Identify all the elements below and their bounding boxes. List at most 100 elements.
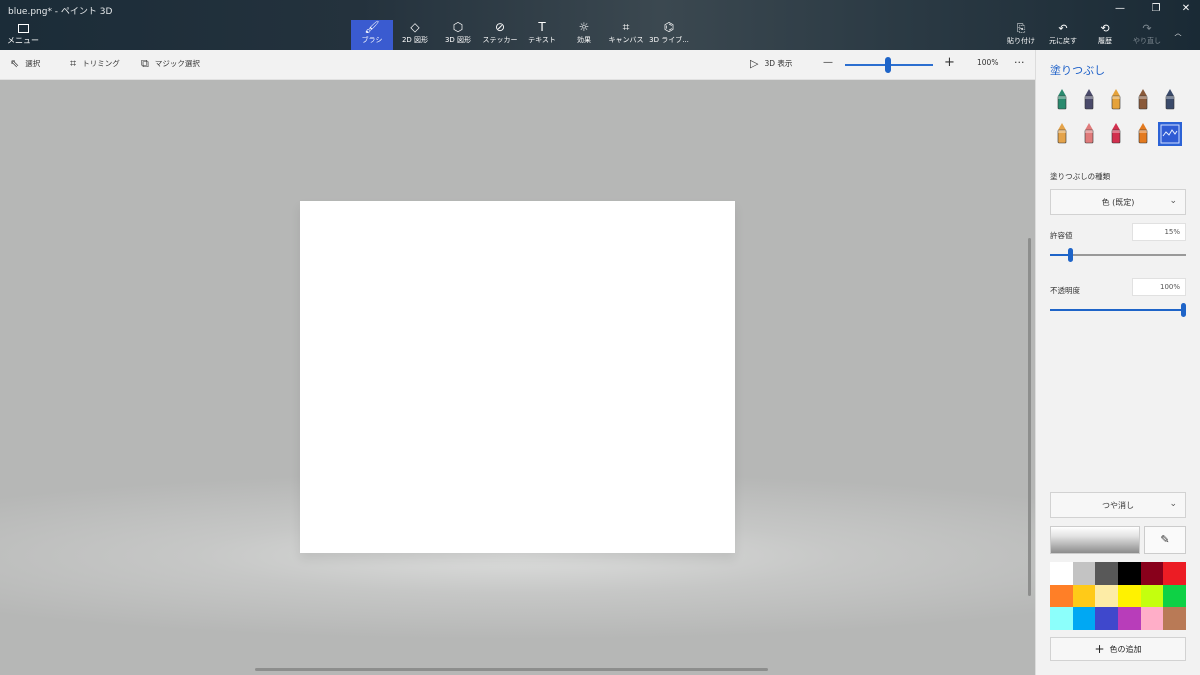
undo-button[interactable]: ↶ 元に戻す [1043,22,1083,50]
finish-dropdown[interactable]: つや消し ⌄ [1050,492,1186,518]
tool-canvas[interactable]: ⌗ キャンバス [605,20,647,50]
finish-value: つや消し [1102,500,1134,510]
tool-stickers[interactable]: ⊘ ステッカー [479,20,521,50]
menu-label: メニュー [7,36,39,45]
tolerance-slider-thumb[interactable] [1068,248,1074,262]
select-button[interactable]: ⇖ 選択 [10,58,40,69]
sticker-icon: ⊘ [494,20,506,34]
brush-crayon-icon[interactable] [1104,122,1128,146]
color-swatch[interactable] [1050,562,1073,585]
vertical-scrollbar[interactable] [1028,238,1031,596]
current-color-swatch[interactable] [1050,526,1140,554]
3d-library-icon: ⌬ [663,20,675,34]
3d-shapes-icon: ⬡ [452,20,464,34]
opacity-input[interactable]: 100% [1132,278,1186,296]
brush-oil-brush-icon[interactable] [1104,88,1128,112]
color-swatch[interactable] [1140,584,1164,608]
tool-text[interactable]: T テキスト [521,20,563,50]
magic-select-label: マジック選択 [154,59,200,68]
color-swatch[interactable] [1140,562,1164,585]
color-swatch[interactable] [1163,607,1186,630]
view-3d-icon: ▷ [750,56,759,70]
magic-select-button[interactable]: ⧉ マジック選択 [141,58,200,69]
brush-pixel-pen-icon[interactable] [1158,88,1182,112]
chevron-down-icon: ⌄ [1169,196,1177,206]
redo-label: やり直し [1133,37,1161,45]
zoom-slider-thumb[interactable] [884,57,891,73]
select-cursor-icon: ⇖ [10,56,20,70]
redo-button[interactable]: ↷ やり直し [1127,22,1167,50]
zoom-out-button[interactable]: — [823,57,833,68]
color-swatch[interactable] [1163,562,1186,585]
opacity-slider[interactable] [1050,309,1186,311]
horizontal-scrollbar[interactable] [255,668,768,671]
brush-pencil-icon[interactable] [1050,122,1074,146]
tool-brush[interactable]: 🖌 ブラシ [351,20,393,50]
tool-3d-shapes[interactable]: ⬡ 3D 図形 [437,20,479,50]
color-swatch[interactable] [1117,584,1141,608]
menu-button[interactable]: メニュー [6,20,40,48]
add-color-button[interactable]: + 色の追加 [1050,637,1186,661]
fill-type-dropdown[interactable]: 色 (既定) ⌄ [1050,189,1186,215]
brush-marker-icon[interactable] [1050,88,1074,112]
color-swatch[interactable] [1117,562,1141,585]
select-label: 選択 [25,59,41,68]
tool-label: ステッカー [482,36,518,44]
brush-calligraphy-pen-icon[interactable] [1077,88,1101,112]
tool-label: キャンバス [608,36,644,44]
color-swatch[interactable] [1163,584,1186,608]
color-swatch[interactable] [1117,607,1141,630]
undo-icon: ↶ [1058,22,1068,35]
tool-2d-shapes[interactable]: ◇ 2D 図形 [394,20,436,50]
tool-label: 3D 図形 [444,36,472,44]
opacity-slider-thumb[interactable] [1181,303,1186,317]
crop-label: トリミング [82,59,120,68]
drawing-canvas[interactable] [300,201,735,553]
fill-type-value: 色 (既定) [1101,197,1135,207]
color-palette [1050,562,1186,630]
color-swatch[interactable] [1072,584,1096,608]
history-button[interactable]: ⟲ 履歴 [1085,22,1125,50]
brush-eraser-icon[interactable] [1077,122,1101,146]
color-swatch[interactable] [1095,584,1118,608]
brush-fill-icon[interactable] [1158,122,1182,146]
crop-icon: ⌗ [70,56,77,70]
close-button[interactable]: ✕ [1171,3,1200,14]
minimize-button[interactable]: — [1105,3,1135,14]
more-options-button[interactable]: ··· [1014,56,1025,69]
history-icon: ⟲ [1100,22,1110,35]
2d-shapes-icon: ◇ [410,20,420,34]
color-swatch[interactable] [1050,607,1073,630]
ribbon-bar: blue.png* - ペイント 3D — ❐ ✕ メニュー 🖌 ブラシ ◇ 2… [0,0,1200,50]
color-swatch[interactable] [1095,607,1118,630]
view-3d-label: 3D 表示 [764,59,793,68]
zoom-value: 100% [977,58,999,67]
zoom-in-button[interactable]: + [944,55,955,70]
fill-panel: 塗りつぶし 塗りつぶしの種類 色 (既定) ⌄ 許容値 15% 不透明度 100… [1035,50,1200,675]
color-swatch[interactable] [1072,562,1096,585]
crop-button[interactable]: ⌗ トリミング [70,58,120,69]
color-swatch[interactable] [1072,607,1096,630]
opacity-label: 不透明度 [1050,286,1080,295]
eyedropper-button[interactable]: ✎ [1144,526,1186,554]
brush-spray-can-icon[interactable] [1131,122,1155,146]
tolerance-slider-fill [1050,254,1071,256]
color-swatch[interactable] [1140,607,1164,630]
tolerance-input[interactable]: 15% [1132,223,1186,241]
history-label: 履歴 [1098,37,1112,45]
tool-effects[interactable]: ☼ 効果 [563,20,605,50]
tool-label: 効果 [577,36,591,44]
window-title: blue.png* - ペイント 3D [8,7,113,17]
tool-3d-library[interactable]: ⌬ 3D ライブ... [648,20,690,50]
color-swatch[interactable] [1050,584,1073,608]
paste-icon: ⎘ [1016,22,1026,35]
color-swatch[interactable] [1095,562,1118,585]
restore-button[interactable]: ❐ [1141,3,1171,14]
effects-icon: ☼ [578,20,590,34]
view-3d-toggle[interactable]: ▷ 3D 表示 [750,58,792,69]
fill-type-label: 塗りつぶしの種類 [1050,172,1111,181]
tool-label: テキスト [528,36,556,44]
paste-button[interactable]: ⎘ 貼り付け [1001,22,1041,50]
brush-watercolor-icon[interactable] [1131,88,1155,112]
brush-icon: 🖌 [364,20,380,34]
